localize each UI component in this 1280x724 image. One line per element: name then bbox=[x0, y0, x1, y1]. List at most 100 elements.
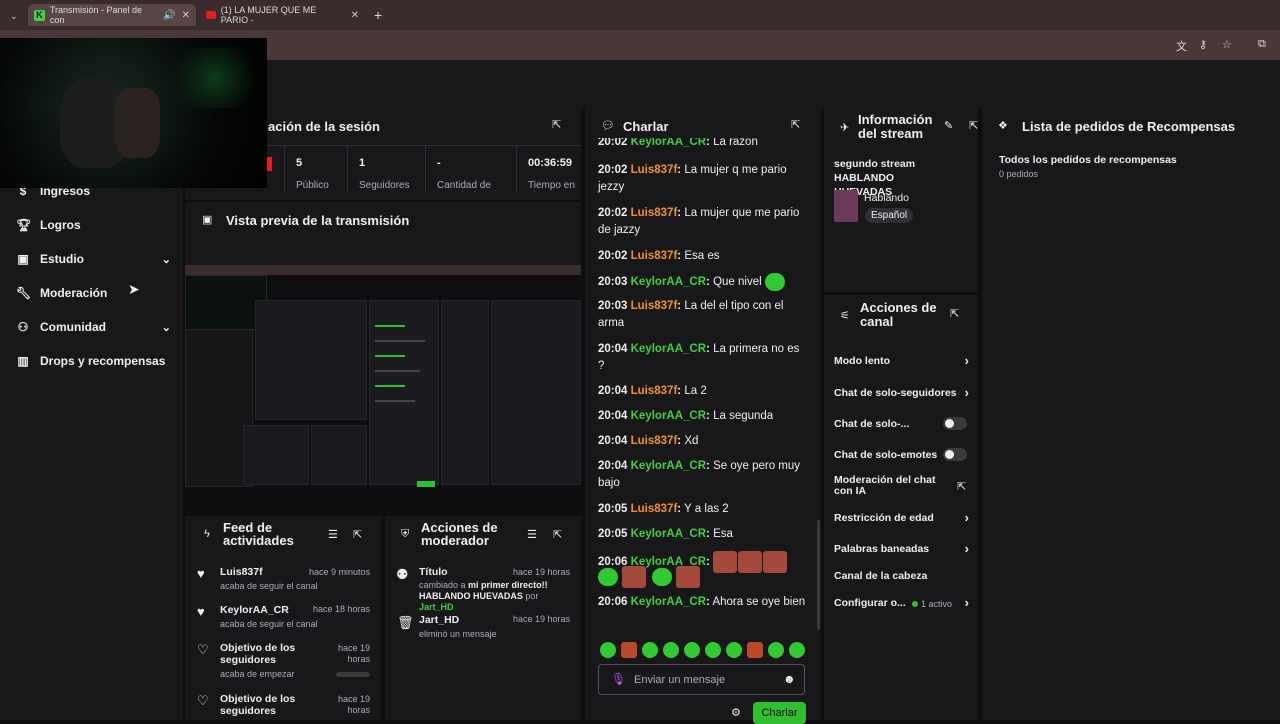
feed-item-sub: acaba de seguir el canal bbox=[220, 581, 318, 591]
action-palabras-baneadas[interactable]: Palabras baneadas › bbox=[834, 541, 969, 556]
action-label: Modo lento bbox=[834, 355, 890, 367]
chat-scrollbar[interactable] bbox=[817, 520, 820, 630]
emote-icon[interactable] bbox=[768, 642, 784, 658]
popout-icon[interactable]: ⇱ bbox=[552, 118, 561, 131]
microphone-icon[interactable]: 🎙︎ bbox=[611, 672, 626, 686]
toggle-solo-emotes[interactable] bbox=[943, 448, 967, 461]
divider bbox=[425, 146, 426, 192]
action-label: Canal de la cabeza bbox=[834, 570, 928, 582]
chat-message: 20:02 Luis837f: La mujer que me pario de… bbox=[598, 207, 800, 236]
chat-title: Charlar bbox=[623, 119, 669, 134]
chat-bubble-icon: 💬︎ bbox=[601, 120, 615, 132]
feed-item-name[interactable]: KeylorAA_CR bbox=[220, 604, 289, 616]
chat-input-placeholder[interactable]: Enviar un mensaje bbox=[634, 674, 725, 686]
stat-label: Seguidores bbox=[359, 180, 410, 191]
external-link-icon[interactable]: ⇱ bbox=[957, 480, 966, 493]
tab-close-icon[interactable]: ✕ bbox=[351, 10, 359, 21]
new-tab-button[interactable]: + bbox=[368, 4, 388, 26]
divider bbox=[516, 146, 517, 192]
webcam-overlay bbox=[0, 38, 267, 188]
tab-youtube[interactable]: (1) LA MUJER QUE ME PARIO - ✕ bbox=[200, 4, 365, 26]
emote-icon[interactable] bbox=[726, 642, 742, 658]
feed-item-sub: acaba de empezar bbox=[220, 669, 295, 679]
bolt-icon: ϟ bbox=[204, 528, 210, 540]
kick-favicon-icon: K bbox=[34, 9, 45, 21]
sidebar-item-logros[interactable]: 🏆︎ Logros bbox=[16, 218, 171, 232]
key-icon[interactable]: ⚷ bbox=[1199, 38, 1207, 51]
chat-message: 20:04 Luis837f: Xd bbox=[598, 435, 699, 447]
sidebar-item-moderacion[interactable]: 🔧︎ Moderación bbox=[16, 286, 171, 300]
action-canal-cabeza[interactable]: Canal de la cabeza bbox=[834, 570, 969, 582]
stat-value: - bbox=[437, 157, 441, 169]
feed-item-name[interactable]: Luis837f bbox=[220, 566, 263, 578]
popout-icon[interactable]: ⇱ bbox=[353, 528, 362, 541]
toggle-solo-suscriptores[interactable] bbox=[943, 417, 967, 430]
active-badge: 1 activo bbox=[912, 599, 952, 609]
sidebar-item-estudio[interactable]: ▣ Estudio ⌄ bbox=[16, 252, 171, 266]
translate-icon[interactable]: 文 bbox=[1176, 38, 1187, 54]
channel-actions-title: Acciones de canal bbox=[860, 300, 937, 329]
rewards-title: Lista de pedidos de Recompensas bbox=[1022, 119, 1236, 134]
stat-value: 00:36:59 bbox=[528, 157, 573, 169]
chat-message: 20:02 Luis837f: La mujer q me pario jezz… bbox=[598, 164, 787, 193]
action-restriccion-edad[interactable]: Restricción de edad › bbox=[834, 510, 969, 525]
popout-icon[interactable]: ⇱ bbox=[791, 118, 800, 131]
chat-message: 20:04 Luis837f: La 2 bbox=[598, 385, 707, 397]
sidebar-item-comunidad[interactable]: ⚇ Comunidad ⌄ bbox=[16, 320, 171, 334]
action-label: Configurar o... bbox=[834, 597, 906, 609]
sliders-icon: ⚟ bbox=[840, 310, 850, 322]
emote-icon[interactable] bbox=[642, 642, 658, 658]
action-label: Palabras baneadas bbox=[834, 543, 930, 555]
stream-preview[interactable] bbox=[185, 265, 581, 487]
tab-title: Transmisión - Panel de con bbox=[49, 5, 143, 25]
popout-icon[interactable]: ⇱ bbox=[553, 528, 562, 541]
pencil-icon[interactable]: ✎ bbox=[944, 119, 953, 132]
active-badge-text: 1 activo bbox=[921, 599, 953, 609]
rocket-icon: ✈ bbox=[840, 122, 850, 134]
trash-icon: 🗑︎ bbox=[397, 615, 414, 630]
action-solo-seguidores[interactable]: Chat de solo-seguidores › bbox=[834, 385, 969, 400]
feed-item-time: hace 18 horas bbox=[312, 604, 370, 614]
rewards-subtitle: Todos los pedidos de recompensas bbox=[999, 154, 1177, 166]
sidebar-item-drops[interactable]: ▥ Drops y recompensas bbox=[16, 354, 171, 368]
category-thumbnail bbox=[834, 190, 858, 222]
gift-icon: ❖ bbox=[998, 120, 1008, 132]
stat-label: Cantidad de suscripciones bbox=[437, 180, 498, 192]
emote-icon[interactable] bbox=[789, 642, 805, 658]
people-icon: ⚇ bbox=[17, 320, 29, 334]
emote-icon[interactable] bbox=[600, 642, 616, 658]
emote-icon[interactable] bbox=[747, 642, 763, 658]
emote-icon[interactable] bbox=[621, 642, 637, 658]
browser-tab-bar: ⌄ K Transmisión - Panel de con 🔊 ✕ (1) L… bbox=[0, 0, 1280, 30]
emoji-icon[interactable]: ☻ bbox=[783, 672, 796, 686]
gear-icon[interactable]: ⚙ bbox=[731, 706, 741, 719]
emote-icon[interactable] bbox=[684, 642, 700, 658]
mod-item-name[interactable]: Jart_HD bbox=[419, 614, 459, 626]
feed-item-time: hace 9 minutos bbox=[308, 567, 370, 577]
trophy-icon: 🏆︎ bbox=[16, 218, 32, 232]
action-label: Restricción de edad bbox=[834, 512, 934, 524]
mod-item-user[interactable]: Jart_HD bbox=[419, 602, 454, 612]
filter-icon[interactable]: ☰ bbox=[328, 528, 338, 541]
action-modo-lento[interactable]: Modo lento › bbox=[834, 353, 969, 368]
bookmark-star-icon[interactable]: ☆ bbox=[1222, 38, 1232, 51]
session-panel-title: ación de la sesión bbox=[268, 119, 380, 134]
sidebar-item-label: Estudio bbox=[40, 252, 84, 266]
stat-value: 1 bbox=[359, 157, 366, 169]
extensions-icon[interactable]: ⧉ bbox=[1258, 38, 1266, 51]
divider bbox=[284, 146, 285, 192]
tab-close-icon[interactable]: ✕ bbox=[182, 10, 190, 21]
chat-message: 20:04 KeylorAA_CR: La primera no es ? bbox=[598, 343, 800, 372]
emote-icon[interactable] bbox=[705, 642, 721, 658]
tab-transmision[interactable]: K Transmisión - Panel de con 🔊 ✕ bbox=[28, 4, 196, 26]
chat-send-button[interactable]: Charlar bbox=[753, 702, 806, 724]
chevron-right-icon: › bbox=[964, 510, 969, 525]
popout-icon[interactable]: ⇱ bbox=[969, 119, 978, 132]
popout-icon[interactable]: ⇱ bbox=[950, 307, 959, 320]
monitor-icon: ▣ bbox=[202, 214, 213, 226]
action-moderacion-ia[interactable]: Moderación del chat con IA bbox=[834, 475, 944, 497]
tab-list-button[interactable]: ⌄ bbox=[4, 5, 24, 27]
filter-icon[interactable]: ☰ bbox=[527, 528, 537, 541]
stat-label: Tiempo en vivo bbox=[528, 180, 575, 192]
emote-icon[interactable] bbox=[663, 642, 679, 658]
